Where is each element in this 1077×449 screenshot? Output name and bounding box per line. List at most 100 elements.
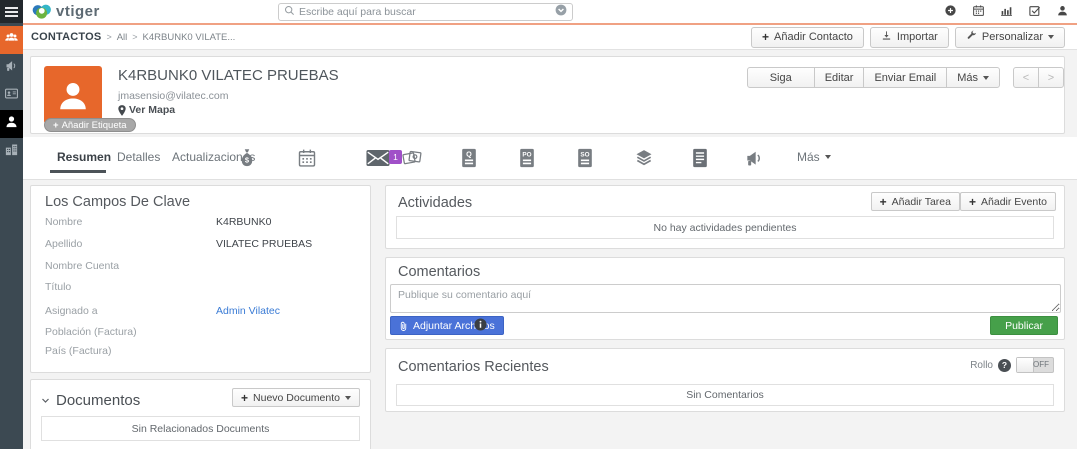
- field-row: Título: [45, 281, 360, 295]
- tab-detalles[interactable]: Detalles: [117, 150, 160, 164]
- sidebar-item-organizations[interactable]: [0, 138, 23, 166]
- sidebar-item-contact-cards[interactable]: [0, 82, 23, 110]
- send-email-button[interactable]: Enviar Email: [863, 67, 947, 88]
- active-tab-underline: [50, 170, 106, 173]
- cash-icon[interactable]: [402, 148, 422, 168]
- user-icon[interactable]: [1056, 4, 1069, 22]
- envelope-icon: [366, 150, 390, 166]
- campaigns-megaphone-icon[interactable]: [744, 148, 764, 168]
- comments-title: Comentarios: [398, 264, 480, 280]
- recent-comments-empty-message: Sin Comentarios: [396, 384, 1054, 406]
- users-group-icon: [4, 30, 19, 50]
- ver-mapa-link[interactable]: Ver Mapa: [118, 104, 175, 116]
- vtiger-logo[interactable]: vtiger: [31, 2, 100, 20]
- field-value: VILATEC PRUEBAS: [216, 238, 312, 252]
- import-button[interactable]: Importar: [870, 27, 949, 48]
- hamburger-menu-icon[interactable]: [0, 0, 23, 23]
- global-search: [278, 3, 573, 21]
- search-options-chevron-icon[interactable]: [555, 3, 567, 21]
- megaphone-icon: [4, 58, 19, 78]
- field-row: Asignado aAdmin Vilatec: [45, 305, 360, 319]
- new-document-button[interactable]: +Nuevo Documento: [232, 388, 360, 407]
- plus-icon: +: [241, 392, 248, 404]
- vtiger-crm-window: vtiger CONTACTOS > All > K4RBUNK0 VILATE…: [0, 0, 1077, 449]
- chevron-right-icon: >: [1048, 72, 1054, 84]
- assigned-user-link[interactable]: Admin Vilatec: [216, 305, 280, 319]
- svg-text:Q: Q: [466, 150, 472, 159]
- more-button[interactable]: Más: [946, 67, 1000, 88]
- add-task-button[interactable]: +Añadir Tarea: [871, 192, 960, 211]
- reports-icon[interactable]: [1000, 4, 1013, 22]
- breadcrumb-bar: CONTACTOS > All > K4RBUNK0 VILATE... +Añ…: [23, 25, 1077, 50]
- building-icon: [4, 142, 19, 162]
- breadcrumb-actions: +Añadir Contacto Importar Personalizar: [751, 27, 1065, 48]
- search-input[interactable]: [299, 6, 551, 18]
- calendar-icon[interactable]: [297, 148, 317, 168]
- comment-input[interactable]: [390, 284, 1061, 313]
- field-row: Nombre Cuenta: [45, 260, 360, 274]
- add-contact-button[interactable]: +Añadir Contacto: [751, 27, 864, 48]
- field-label: Población (Factura): [45, 326, 216, 340]
- rollup-toggle[interactable]: OFF: [1016, 357, 1054, 373]
- previous-record-button[interactable]: <: [1013, 67, 1039, 88]
- field-value: K4RBUNK0: [216, 216, 271, 230]
- breadcrumb-all[interactable]: All: [117, 32, 128, 43]
- personalize-button[interactable]: Personalizar: [955, 27, 1065, 48]
- edit-button[interactable]: Editar: [814, 67, 865, 88]
- svg-text:SO: SO: [580, 152, 589, 159]
- plus-icon: +: [53, 120, 59, 131]
- caret-down-icon: [345, 396, 351, 400]
- emails-icon[interactable]: 1: [366, 150, 390, 166]
- import-download-icon: [881, 30, 892, 44]
- sales-order-doc-icon[interactable]: SO: [575, 148, 595, 168]
- help-question-icon[interactable]: ?: [998, 359, 1011, 372]
- toggle-knob: [1017, 358, 1034, 372]
- sidebar-item-users-group[interactable]: [0, 26, 23, 54]
- sidebar-item-campaigns[interactable]: [0, 54, 23, 82]
- toggle-state-label: OFF: [1033, 360, 1049, 369]
- documents-empty-message: Sin Relacionados Documents: [41, 416, 360, 441]
- calendar-icon[interactable]: [972, 4, 985, 22]
- email-count-badge: 1: [389, 150, 402, 164]
- quick-add-icon[interactable]: [944, 4, 957, 22]
- tasks-icon[interactable]: [1028, 4, 1041, 22]
- logo-wordmark: vtiger: [56, 3, 100, 20]
- add-tag-button[interactable]: +Añadir Etiqueta: [44, 118, 136, 132]
- contact-name: K4RBUNK0 VILATEC PRUEBAS: [118, 67, 339, 84]
- plus-icon: +: [880, 196, 887, 208]
- purchase-order-doc-icon[interactable]: PO: [517, 148, 537, 168]
- contact-card-icon: [4, 86, 19, 106]
- documents-header[interactable]: Documentos: [41, 392, 140, 409]
- recent-comments-title: Comentarios Recientes: [398, 359, 549, 375]
- publish-button[interactable]: Publicar: [990, 316, 1058, 335]
- invoice-icon[interactable]: [690, 148, 710, 168]
- top-bar: vtiger: [23, 0, 1077, 25]
- field-row: País (Factura): [45, 345, 360, 359]
- breadcrumb-module[interactable]: CONTACTOS: [31, 31, 101, 43]
- wrench-icon: [966, 30, 977, 44]
- info-icon[interactable]: [474, 318, 487, 331]
- next-record-button[interactable]: >: [1038, 67, 1064, 88]
- top-right-icons: [944, 4, 1069, 22]
- sidebar-item-contacts[interactable]: [0, 110, 23, 138]
- chevron-down-icon: [41, 392, 50, 409]
- follow-button[interactable]: Siga: [747, 67, 815, 88]
- contact-header-card: K4RBUNK0 VILATEC PRUEBAS jmasensio@vilat…: [30, 56, 1065, 134]
- app-sidebar: [0, 0, 23, 449]
- add-event-button[interactable]: +Añadir Evento: [960, 192, 1056, 211]
- tab-resumen[interactable]: Resumen: [57, 150, 111, 164]
- rollup-controls: Rollo ? OFF: [970, 357, 1054, 373]
- caret-down-icon: [1048, 35, 1054, 39]
- recent-comments-card: Comentarios Recientes Rollo ? OFF Sin Co…: [385, 348, 1065, 412]
- person-icon: [4, 114, 19, 134]
- contact-avatar: [44, 66, 102, 124]
- caret-down-icon: [983, 76, 989, 80]
- plus-icon: +: [969, 196, 976, 208]
- vtiger-cloud-icon: [31, 2, 53, 20]
- tab-more[interactable]: Más: [797, 150, 831, 164]
- contact-email[interactable]: jmasensio@vilatec.com: [118, 90, 228, 102]
- products-stack-icon[interactable]: [634, 148, 654, 168]
- moneybag-icon[interactable]: $: [237, 148, 257, 168]
- breadcrumb-record[interactable]: K4RBUNK0 VILATE...: [143, 32, 236, 43]
- quotes-doc-icon[interactable]: Q: [459, 148, 479, 168]
